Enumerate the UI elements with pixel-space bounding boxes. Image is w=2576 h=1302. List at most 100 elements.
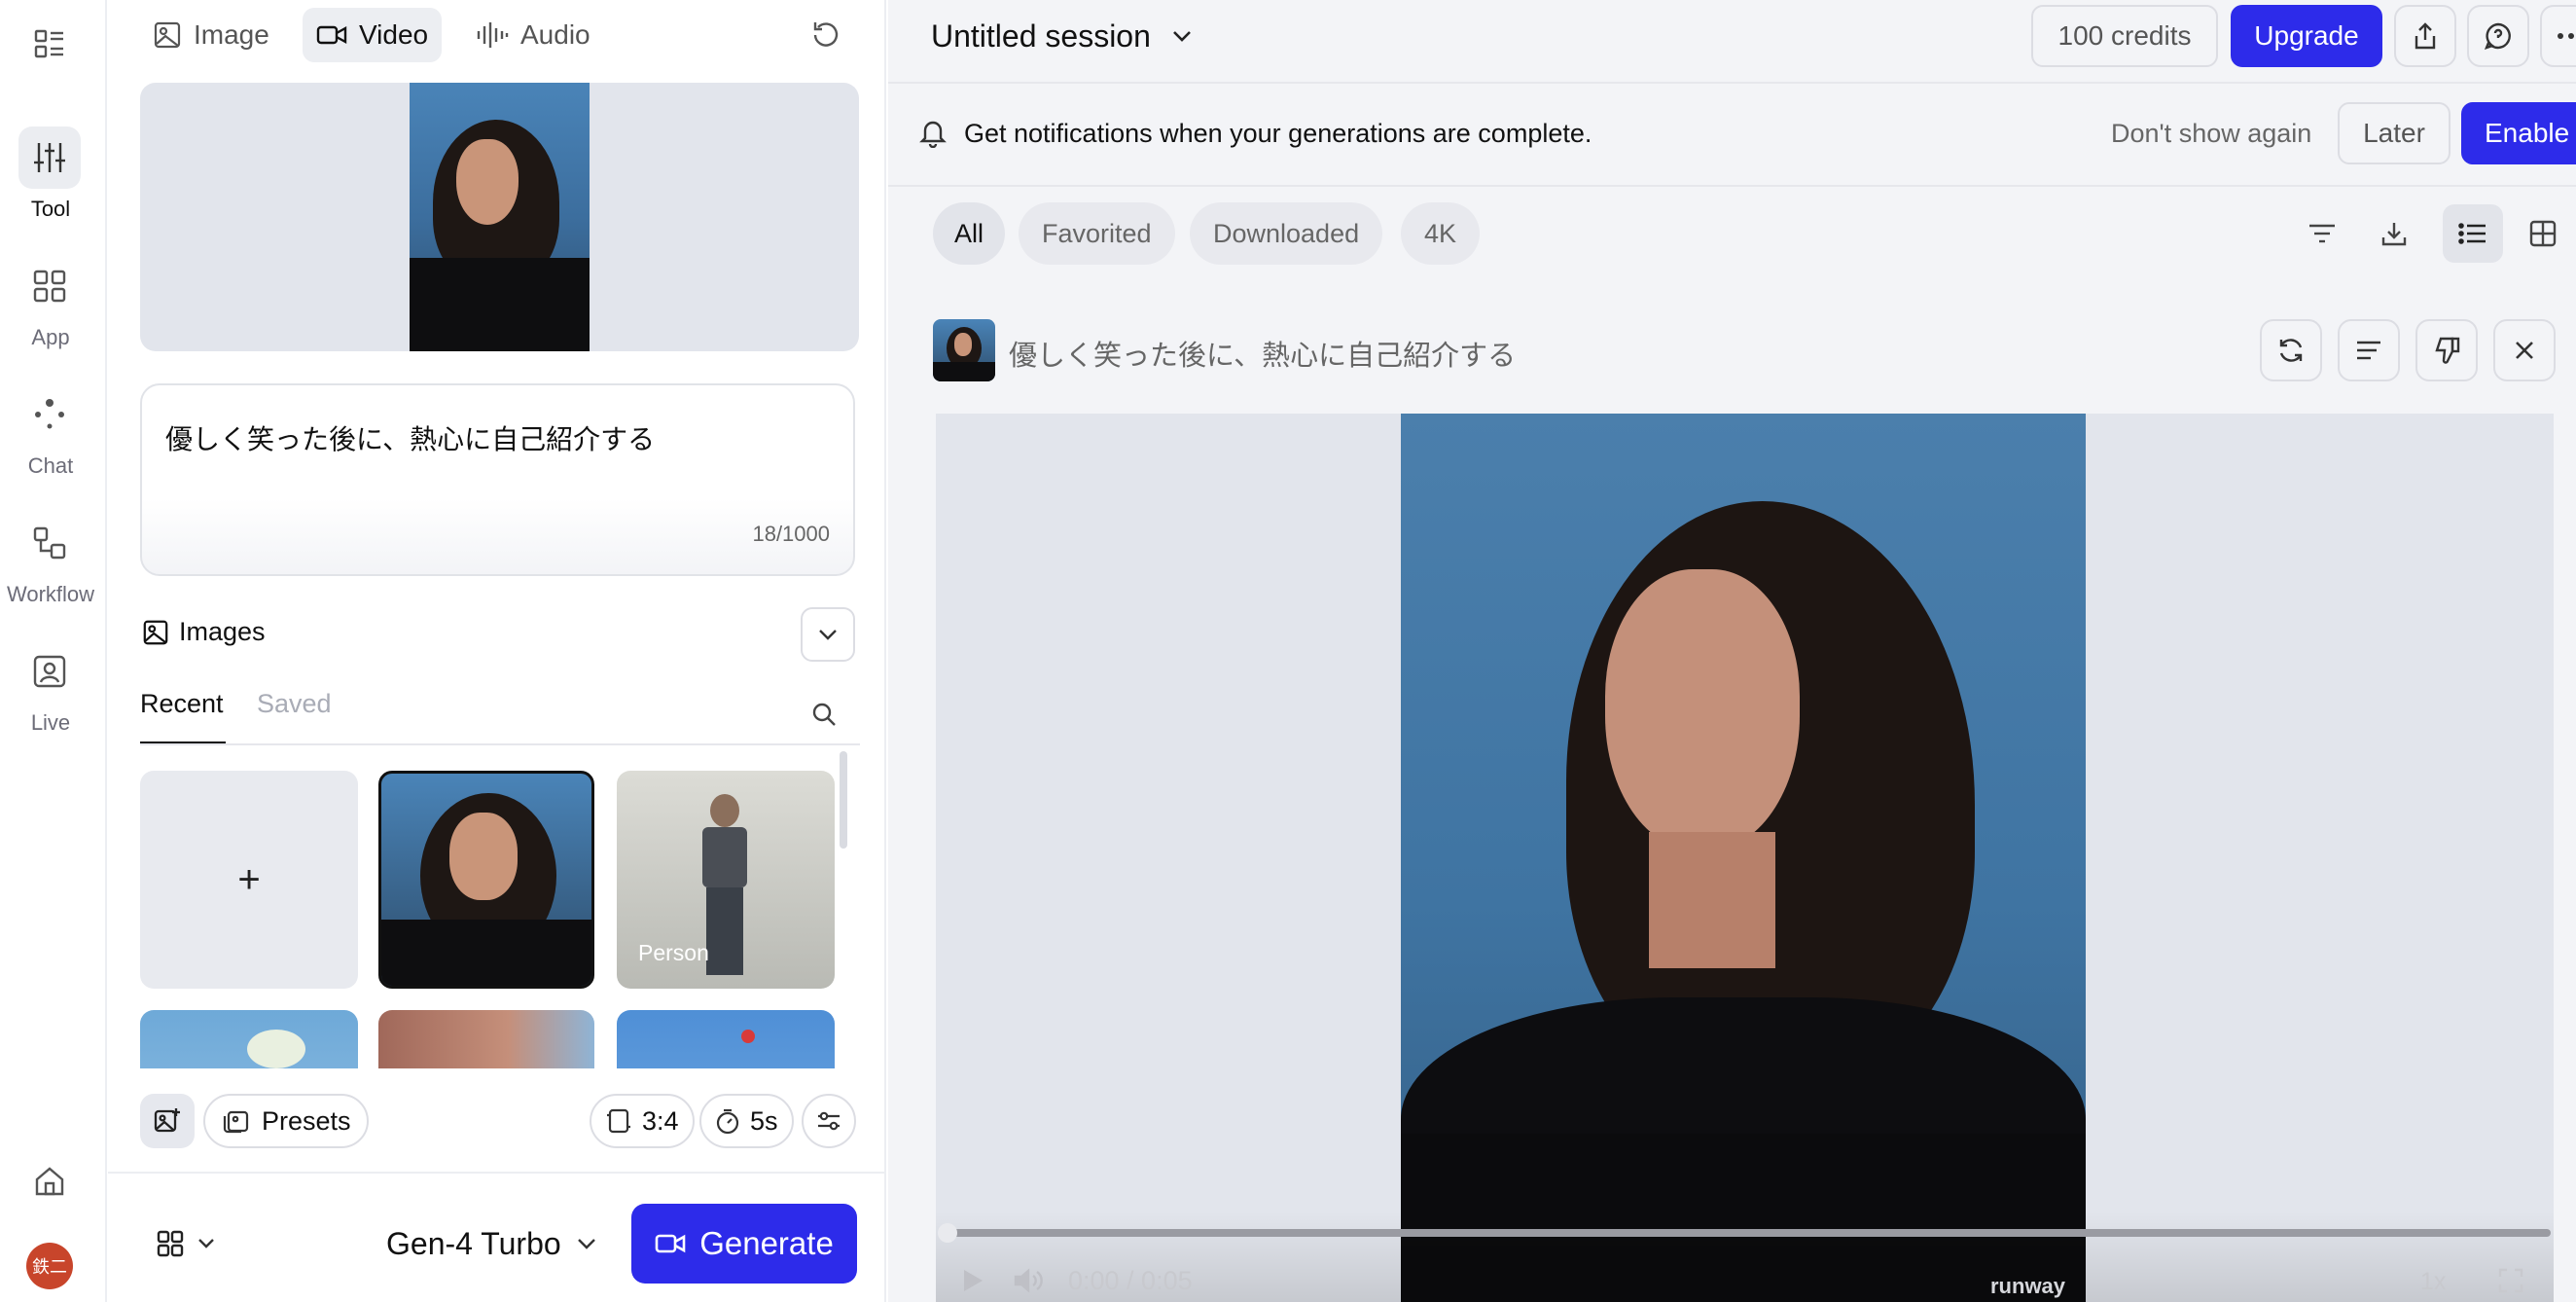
image-thumb-sky[interactable] bbox=[617, 1010, 835, 1068]
nav-label-workflow: Workflow bbox=[6, 582, 95, 606]
filter-4k-label: 4K bbox=[1424, 218, 1457, 248]
text-align-icon bbox=[2355, 340, 2382, 361]
search-icon[interactable] bbox=[808, 699, 840, 730]
images-collapse-button[interactable] bbox=[801, 607, 855, 662]
grid-view-button[interactable] bbox=[2513, 204, 2573, 263]
grid-icon bbox=[157, 1230, 184, 1257]
filter-all[interactable]: All bbox=[933, 202, 1006, 265]
session-title-button[interactable]: Untitled session bbox=[931, 12, 1192, 60]
nav-item-app[interactable] bbox=[18, 255, 81, 317]
chevron-down-icon bbox=[197, 1238, 215, 1249]
aspect-ratio-icon bbox=[605, 1107, 632, 1135]
playback-speed[interactable]: 1x bbox=[2420, 1268, 2446, 1296]
play-icon[interactable] bbox=[961, 1268, 984, 1293]
volume-icon[interactable] bbox=[1014, 1268, 1043, 1293]
settings-button[interactable] bbox=[802, 1094, 856, 1148]
prompt-text[interactable]: 優しく笑った後に、熱心に自己紹介する bbox=[165, 418, 655, 457]
enable-button[interactable]: Enable bbox=[2461, 102, 2576, 164]
tab-video-label: Video bbox=[359, 19, 429, 50]
grid-scrollbar[interactable] bbox=[840, 751, 847, 849]
add-image-button[interactable]: + bbox=[140, 771, 358, 989]
refresh-icon bbox=[2276, 336, 2306, 365]
prompt-box[interactable]: 優しく笑った後に、熱心に自己紹介する 18/1000 bbox=[140, 383, 855, 576]
model-selector[interactable]: Gen-4 Turbo bbox=[386, 1220, 596, 1267]
tab-image[interactable]: Image bbox=[139, 8, 283, 62]
fullscreen-icon[interactable] bbox=[2498, 1268, 2523, 1293]
later-button[interactable]: Later bbox=[2338, 102, 2451, 164]
later-label: Later bbox=[2363, 118, 2425, 148]
nav-label-tool: Tool bbox=[30, 197, 71, 221]
filter-4k[interactable]: 4K bbox=[1401, 202, 1481, 265]
chevron-down-icon bbox=[1172, 30, 1192, 42]
dislike-button[interactable] bbox=[2415, 319, 2478, 381]
watermark: runway bbox=[1990, 1274, 2066, 1298]
filter-downloaded[interactable]: Downloaded bbox=[1190, 202, 1383, 265]
more-button[interactable] bbox=[2540, 5, 2576, 67]
feedback-button[interactable] bbox=[2467, 5, 2529, 67]
nav-label-chat: Chat bbox=[27, 453, 74, 478]
tab-video[interactable]: Video bbox=[303, 8, 443, 62]
tab-audio-label: Audio bbox=[520, 19, 590, 50]
credits-label: 100 credits bbox=[2057, 20, 2192, 51]
home-icon[interactable] bbox=[30, 1162, 69, 1201]
video-icon bbox=[316, 21, 347, 49]
share-button[interactable] bbox=[2394, 5, 2456, 67]
duration-button[interactable]: 5s bbox=[699, 1094, 794, 1148]
image-thumb-buildings[interactable] bbox=[378, 1010, 594, 1068]
progress-track[interactable] bbox=[946, 1229, 2551, 1237]
tab-audio[interactable]: Audio bbox=[462, 8, 604, 62]
close-button[interactable] bbox=[2493, 319, 2556, 381]
images-title: Images bbox=[179, 617, 266, 646]
images-header: Images bbox=[142, 617, 266, 647]
grid-icon bbox=[32, 269, 67, 304]
timer-icon bbox=[715, 1107, 740, 1135]
image-thumb-person[interactable]: Person bbox=[617, 771, 835, 989]
video-icon bbox=[655, 1231, 686, 1256]
regenerate-button[interactable] bbox=[2260, 319, 2322, 381]
sliders-icon bbox=[31, 139, 68, 176]
filter-icon[interactable] bbox=[2303, 214, 2342, 253]
menu-icon[interactable] bbox=[30, 24, 69, 63]
upgrade-button[interactable]: Upgrade bbox=[2231, 5, 2382, 67]
image-thumb-woman[interactable] bbox=[378, 771, 594, 989]
nav-item-live[interactable] bbox=[18, 640, 81, 703]
workflow-icon bbox=[32, 525, 67, 561]
filter-downloaded-label: Downloaded bbox=[1213, 218, 1360, 248]
generate-button[interactable]: Generate bbox=[631, 1204, 857, 1284]
nav-item-chat[interactable] bbox=[18, 383, 81, 446]
nav-label-live: Live bbox=[30, 710, 71, 735]
nav-item-workflow[interactable] bbox=[18, 512, 81, 574]
image-upload-button[interactable] bbox=[140, 1094, 195, 1148]
source-image bbox=[410, 83, 590, 351]
nav-label-app: App bbox=[31, 325, 70, 349]
presets-label: Presets bbox=[262, 1105, 351, 1136]
download-all-icon[interactable] bbox=[2375, 214, 2414, 253]
tab-image-label: Image bbox=[194, 19, 269, 50]
generation-prompt: 優しく笑った後に、熱心に自己紹介する bbox=[1009, 341, 1517, 372]
dont-show-again-button[interactable]: Don't show again bbox=[2111, 119, 2311, 149]
progress-handle[interactable] bbox=[938, 1223, 957, 1243]
image-thumb-clouds[interactable] bbox=[140, 1010, 358, 1068]
tab-saved[interactable]: Saved bbox=[257, 689, 332, 719]
list-view-button[interactable] bbox=[2443, 204, 2503, 263]
add-image-icon bbox=[153, 1106, 182, 1136]
view-menu-button[interactable] bbox=[157, 1220, 215, 1267]
presets-button[interactable]: Presets bbox=[203, 1094, 369, 1148]
video-player[interactable]: 0:00 / 0:05 runway 1x bbox=[936, 414, 2554, 1302]
source-image-area[interactable] bbox=[140, 83, 859, 351]
main-area: Untitled session 100 credits Upgrade Get… bbox=[888, 0, 2576, 1302]
avatar[interactable]: 鉄二 bbox=[26, 1243, 73, 1289]
person-label: Person bbox=[638, 940, 709, 965]
image-grid: + Person bbox=[140, 771, 860, 1068]
presets-icon bbox=[221, 1107, 250, 1135]
aspect-ratio-button[interactable]: 3:4 bbox=[590, 1094, 695, 1148]
nav-item-tool[interactable] bbox=[18, 127, 81, 189]
filter-all-label: All bbox=[954, 218, 984, 248]
tab-recent[interactable]: Recent bbox=[140, 689, 224, 719]
filter-favorited[interactable]: Favorited bbox=[1019, 202, 1175, 265]
reset-icon[interactable] bbox=[806, 16, 845, 54]
credits-badge[interactable]: 100 credits bbox=[2031, 5, 2218, 67]
generation-thumb[interactable] bbox=[933, 319, 995, 381]
banner-divider bbox=[888, 185, 2576, 187]
details-button[interactable] bbox=[2338, 319, 2400, 381]
